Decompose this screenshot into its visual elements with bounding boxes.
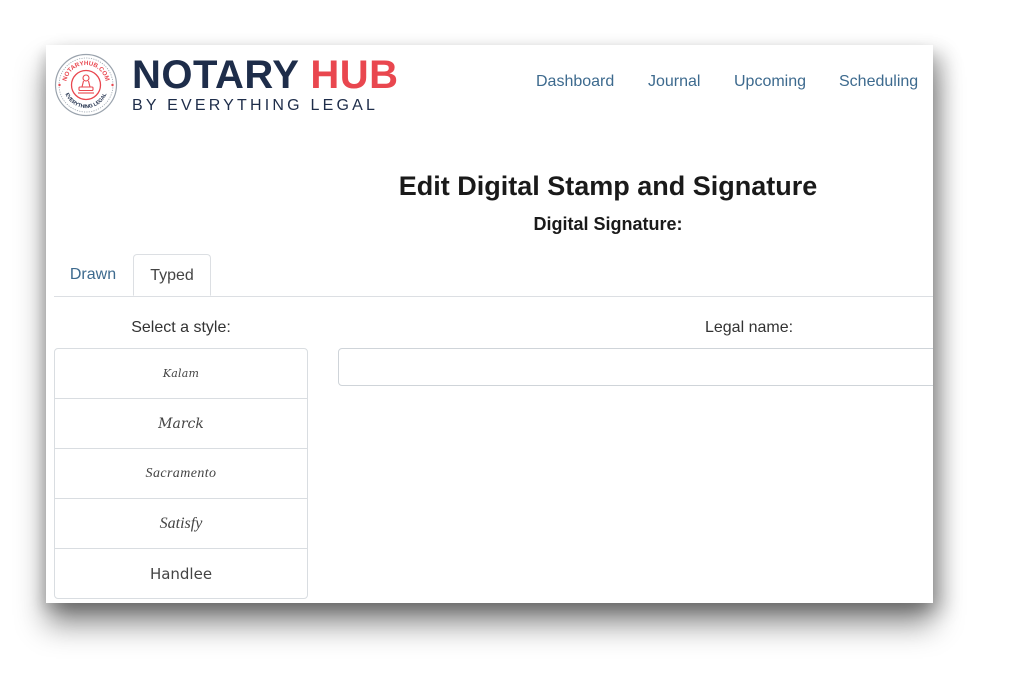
style-option-satisfy[interactable]: Satisfy: [55, 498, 307, 548]
app-window: NOTARYHUB.COM EVERYTHING LEGAL NOTARY HU…: [46, 45, 933, 603]
tab-typed[interactable]: Typed: [133, 254, 211, 296]
legal-name-label: Legal name:: [704, 319, 794, 336]
nav-journal[interactable]: Journal: [648, 73, 700, 91]
legal-name-input[interactable]: [338, 348, 933, 386]
style-option-kalam[interactable]: Kalam: [55, 349, 307, 398]
nav-dashboard[interactable]: Dashboard: [536, 73, 614, 91]
section-subtitle: Digital Signature:: [533, 214, 683, 234]
nav-upcoming[interactable]: Upcoming: [734, 73, 806, 91]
brand-tagline: BY EVERYTHING LEGAL: [132, 97, 379, 114]
style-list: Kalam Marck Sacramento Satisfy Handlee: [54, 348, 308, 599]
style-option-handlee[interactable]: Handlee: [55, 548, 307, 598]
brand-accent-text: HUB: [310, 53, 399, 97]
style-select-label: Select a style:: [131, 319, 231, 336]
style-option-sacramento[interactable]: Sacramento: [55, 448, 307, 498]
brand-logo[interactable]: NOTARY HUB BY EVERYTHING LEGAL: [132, 55, 399, 114]
signature-tabs: Drawn Typed: [54, 254, 933, 297]
page-title: Edit Digital Stamp and Signature: [398, 171, 818, 201]
nav-scheduling[interactable]: Scheduling: [839, 73, 918, 91]
style-option-marck[interactable]: Marck: [55, 398, 307, 448]
tab-drawn[interactable]: Drawn: [54, 254, 132, 296]
brand-primary-text: NOTARY: [132, 53, 299, 97]
notary-seal-logo[interactable]: NOTARYHUB.COM EVERYTHING LEGAL: [54, 53, 118, 117]
